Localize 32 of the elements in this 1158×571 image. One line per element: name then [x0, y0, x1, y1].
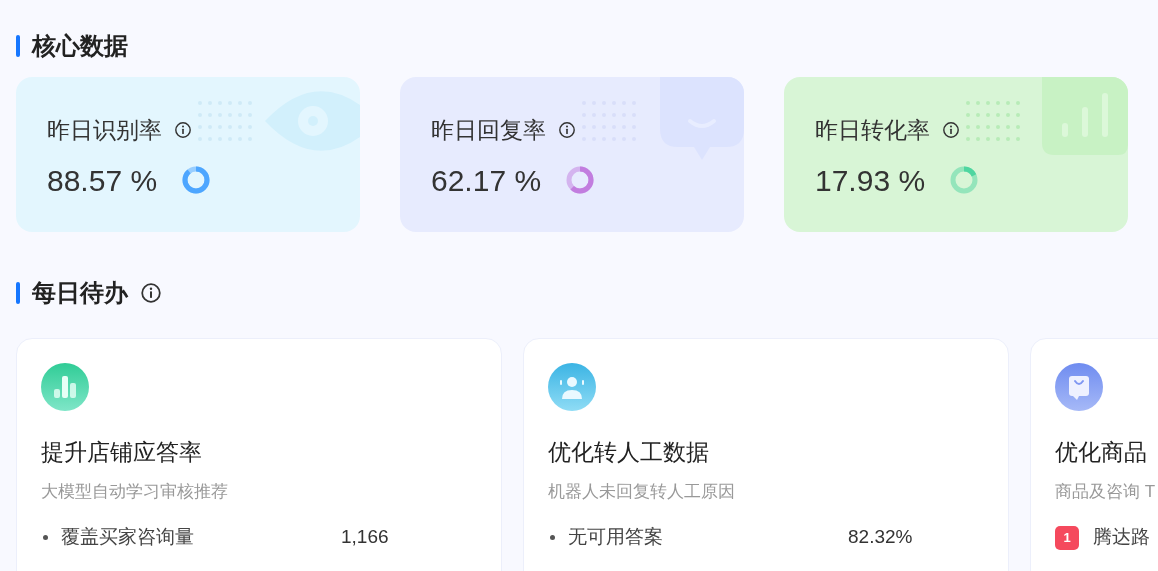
info-icon[interactable] [558, 121, 576, 140]
stat-label: 昨日识别率 [47, 116, 162, 145]
info-icon[interactable] [174, 121, 192, 140]
donut-ring-icon [949, 165, 980, 195]
bar-chart-icon [41, 363, 89, 411]
card-subtitle: 商品及咨询 T [1055, 481, 1156, 503]
donut-ring-icon [181, 165, 212, 195]
person-icon [548, 363, 596, 411]
section-title: 每日待办 [32, 281, 128, 305]
stat-value: 17.93 % [815, 162, 926, 199]
rank-badge: 1 [1055, 525, 1079, 550]
card-title: 优化商品 [1055, 438, 1147, 467]
card-title: 提升店铺应答率 [41, 438, 202, 467]
card-title: 优化转人工数据 [548, 438, 709, 467]
bullet-icon [550, 535, 555, 540]
card-subtitle: 大模型自动学习审核推荐 [41, 481, 228, 503]
row-label: 腾达路 [1093, 525, 1151, 550]
stat-label: 昨日回复率 [431, 116, 546, 145]
row-value: 82.32% [848, 525, 913, 550]
bullet-icon [43, 535, 48, 540]
donut-ring-icon [565, 165, 596, 195]
info-icon[interactable] [942, 121, 960, 140]
stat-value: 88.57 % [47, 162, 158, 199]
stat-label: 昨日转化率 [815, 116, 930, 145]
shopping-bag-icon [1055, 363, 1103, 411]
section-title: 核心数据 [32, 34, 128, 58]
row-label: 无可用答案 [568, 525, 664, 550]
row-label: 覆盖买家咨询量 [61, 525, 195, 550]
info-icon[interactable] [140, 282, 162, 304]
card-subtitle: 机器人未回复转人工原因 [548, 481, 735, 503]
row-value: 1,166 [341, 525, 389, 550]
stat-value: 62.17 % [431, 162, 542, 199]
